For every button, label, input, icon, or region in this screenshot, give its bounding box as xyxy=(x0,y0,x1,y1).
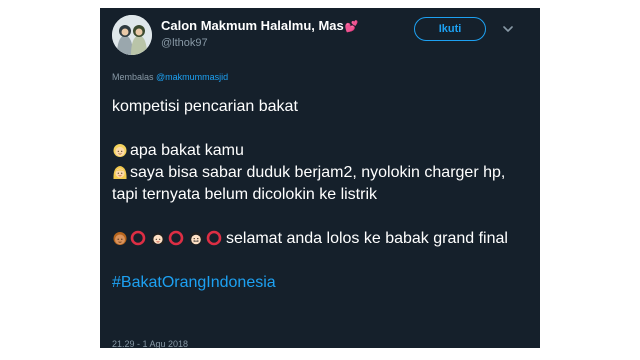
mustache-man-emoji xyxy=(189,232,203,245)
reply-prefix: Membalas xyxy=(112,72,154,82)
tweet-line-question: apa bakat kamu xyxy=(112,140,532,162)
two-hearts-icon: 💕 xyxy=(344,21,359,33)
user-handle[interactable]: @lthok97 xyxy=(161,37,208,49)
hashtag-link[interactable]: #BakatOrangIndonesia xyxy=(112,274,276,291)
tweet-timestamp[interactable]: 21.29 - 1 Agu 2018 xyxy=(112,339,188,348)
follow-button[interactable]: Ikuti xyxy=(414,17,486,41)
tweet-line-hashtag: #BakatOrangIndonesia xyxy=(112,272,532,294)
red-circle-emoji xyxy=(206,230,222,246)
tweet-line-result: selamat anda lolos ke babak grand final xyxy=(112,228,532,250)
woman-face-emoji xyxy=(151,232,165,244)
tweet-line-answer: saya bisa sabar duduk berjam2, nyolokin … xyxy=(112,164,506,203)
chevron-down-icon[interactable] xyxy=(501,22,515,36)
blond-person-emoji xyxy=(113,144,127,157)
man-face-emoji xyxy=(113,232,127,245)
avatar[interactable] xyxy=(112,15,152,55)
reply-mention-link[interactable]: @makmummasjid xyxy=(156,72,228,82)
tweet-line-title: kompetisi pencarian bakat xyxy=(112,98,298,115)
reply-context: Membalas @makmummasjid xyxy=(112,72,228,82)
red-circle-emoji xyxy=(130,230,146,246)
tweet-text: kompetisi pencarian bakat apa bakat kamu… xyxy=(112,96,532,294)
tweet-card: Calon Makmum Halalmu, Mas💕 @lthok97 Ikut… xyxy=(100,8,540,348)
display-name[interactable]: Calon Makmum Halalmu, Mas💕 xyxy=(161,18,358,33)
red-circle-emoji xyxy=(168,230,184,246)
tweet-header: Calon Makmum Halalmu, Mas💕 @lthok97 Ikut… xyxy=(100,8,540,62)
blond-woman-emoji xyxy=(113,166,127,179)
